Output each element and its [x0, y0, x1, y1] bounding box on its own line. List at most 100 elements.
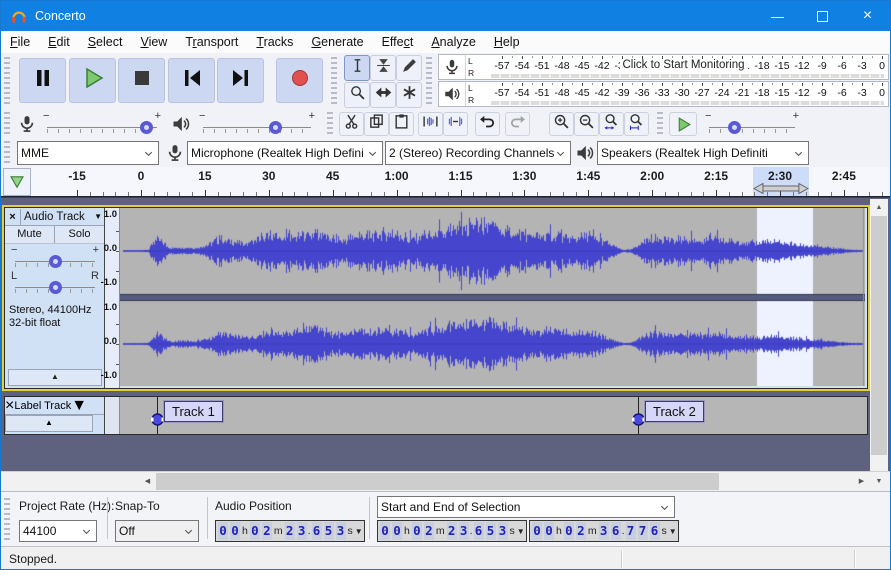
time-separator[interactable]: s: [510, 525, 515, 537]
transport-pause-button[interactable]: [19, 58, 66, 103]
audio-host-select[interactable]: MME: [17, 141, 159, 165]
time-digit[interactable]: 2: [285, 522, 295, 540]
edit-toolbar-grip[interactable]: [327, 112, 333, 136]
zoom-in-button[interactable]: [549, 112, 574, 136]
transport-skip-start-button[interactable]: [168, 58, 215, 103]
selection-mode-select[interactable]: Start and End of Selection: [377, 496, 675, 518]
device-toolbar-grip[interactable]: [4, 141, 10, 164]
time-separator[interactable]: h: [556, 525, 562, 537]
time-digit[interactable]: 0: [532, 522, 542, 540]
time-digit[interactable]: 7: [626, 522, 636, 540]
scroll-up-button[interactable]: ▲: [870, 199, 888, 216]
zoom-selection-button[interactable]: [599, 112, 624, 136]
menu-item-view[interactable]: View: [131, 31, 176, 53]
time-digit[interactable]: 6: [312, 522, 322, 540]
time-separator[interactable]: h: [404, 525, 410, 537]
time-digit[interactable]: 0: [250, 522, 260, 540]
collapse-track-button[interactable]: ▲: [8, 369, 102, 386]
recording-device-select[interactable]: Microphone (Realtek High Defini: [187, 141, 383, 165]
time-digit[interactable]: 0: [392, 522, 402, 540]
menu-item-help[interactable]: Help: [485, 31, 529, 53]
play-at-speed-grip[interactable]: [657, 112, 663, 136]
copy-button[interactable]: [364, 112, 389, 136]
tool-selection-button[interactable]: [344, 55, 370, 81]
play-at-speed-slider[interactable]: −+: [703, 112, 801, 136]
selection-end-field[interactable]: 00h02m36.776s▼: [529, 520, 679, 542]
selection-drag-handles[interactable]: [753, 182, 809, 195]
playback-meter[interactable]: LR -57-54-51-48-45-42-39-36-33-30-27-24-…: [438, 81, 889, 107]
horizontal-scroll-thumb[interactable]: [156, 473, 719, 490]
playback-volume-thumb[interactable]: [269, 121, 282, 134]
undo-button[interactable]: [475, 112, 500, 136]
time-digit[interactable]: 0: [412, 522, 422, 540]
meter-toolbar-grip[interactable]: [426, 57, 432, 105]
time-digit[interactable]: 2: [262, 522, 272, 540]
silence-button[interactable]: [443, 112, 468, 136]
trim-button[interactable]: [418, 112, 443, 136]
time-digit[interactable]: 7: [638, 522, 648, 540]
vertical-scroll-thumb[interactable]: [871, 216, 887, 455]
time-field-menu-icon[interactable]: ▼: [669, 527, 677, 536]
time-digit[interactable]: 0: [218, 522, 228, 540]
time-digit[interactable]: 3: [498, 522, 508, 540]
recording-volume-thumb[interactable]: [140, 121, 153, 134]
maximize-button[interactable]: [800, 1, 845, 31]
cut-button[interactable]: [339, 112, 364, 136]
label-area[interactable]: Track 1 Track 2: [120, 397, 867, 434]
tools-toolbar-grip[interactable]: [331, 57, 337, 105]
time-separator[interactable]: s: [662, 525, 667, 537]
time-digit[interactable]: 3: [336, 522, 346, 540]
time-digit[interactable]: 6: [611, 522, 621, 540]
time-digit[interactable]: 2: [424, 522, 434, 540]
timeline-ruler[interactable]: -1501530451:001:151:301:452:002:152:302:…: [31, 167, 889, 196]
gain-slider[interactable]: −+: [9, 246, 101, 270]
vertical-scale-ruler[interactable]: 1.00.0-1.01.00.0-1.0: [105, 208, 120, 388]
time-digit[interactable]: 6: [474, 522, 484, 540]
menu-item-analyze[interactable]: Analyze: [422, 31, 484, 53]
paste-button[interactable]: [389, 112, 414, 136]
time-field-menu-icon[interactable]: ▼: [517, 527, 525, 536]
snap-to-select[interactable]: Off: [115, 520, 199, 542]
time-digit[interactable]: 3: [599, 522, 609, 540]
close-button[interactable]: ×: [845, 1, 890, 31]
time-digit[interactable]: 3: [297, 522, 307, 540]
label-track-menu-chevron-icon[interactable]: ▼: [71, 397, 87, 415]
tool-timeshift-button[interactable]: [370, 82, 396, 108]
vertical-scrollbar[interactable]: ▲: [870, 199, 888, 472]
zoom-fit-button[interactable]: [624, 112, 649, 136]
time-digit[interactable]: 0: [544, 522, 554, 540]
pan-slider[interactable]: LR: [9, 272, 101, 296]
menu-item-transport[interactable]: Transport: [176, 31, 247, 53]
solo-button[interactable]: Solo: [55, 226, 104, 243]
playback-volume-slider[interactable]: −+: [197, 112, 317, 136]
playback-device-select[interactable]: Speakers (Realtek High Definiti: [597, 141, 809, 165]
label-text[interactable]: Track 1: [164, 401, 223, 422]
time-digit[interactable]: 0: [230, 522, 240, 540]
tool-zoom-button[interactable]: [344, 82, 370, 108]
time-digit[interactable]: 0: [380, 522, 390, 540]
audio-position-field[interactable]: 00h02m23.653s▼: [215, 520, 365, 542]
track-menu-chevron-icon[interactable]: ▼: [94, 212, 102, 221]
time-digit[interactable]: 5: [486, 522, 496, 540]
scroll-down-button[interactable]: ▼: [870, 473, 888, 490]
label-text[interactable]: Track 2: [645, 401, 704, 422]
time-separator[interactable]: m: [436, 525, 445, 537]
menu-item-file[interactable]: File: [1, 31, 39, 53]
time-digit[interactable]: 2: [447, 522, 457, 540]
menu-item-edit[interactable]: Edit: [39, 31, 79, 53]
recording-volume-slider[interactable]: −+: [41, 112, 163, 136]
recording-meter[interactable]: LR -57-54-51-48-45-42-39-36-33-30-27-24-…: [438, 54, 889, 80]
time-separator[interactable]: m: [274, 525, 283, 537]
mute-button[interactable]: Mute: [5, 226, 55, 243]
pan-thumb[interactable]: [49, 281, 62, 294]
menu-item-select[interactable]: Select: [79, 31, 132, 53]
tool-draw-button[interactable]: [396, 55, 422, 81]
play-at-speed-button[interactable]: [669, 112, 697, 136]
transport-play-button[interactable]: [69, 58, 116, 103]
time-separator[interactable]: .: [470, 525, 473, 537]
menu-item-tracks[interactable]: Tracks: [247, 31, 302, 53]
label-track-title[interactable]: Label Track: [14, 400, 71, 412]
waveform[interactable]: [120, 208, 865, 386]
time-digit[interactable]: 6: [650, 522, 660, 540]
scroll-left-button[interactable]: ◀: [139, 473, 156, 490]
